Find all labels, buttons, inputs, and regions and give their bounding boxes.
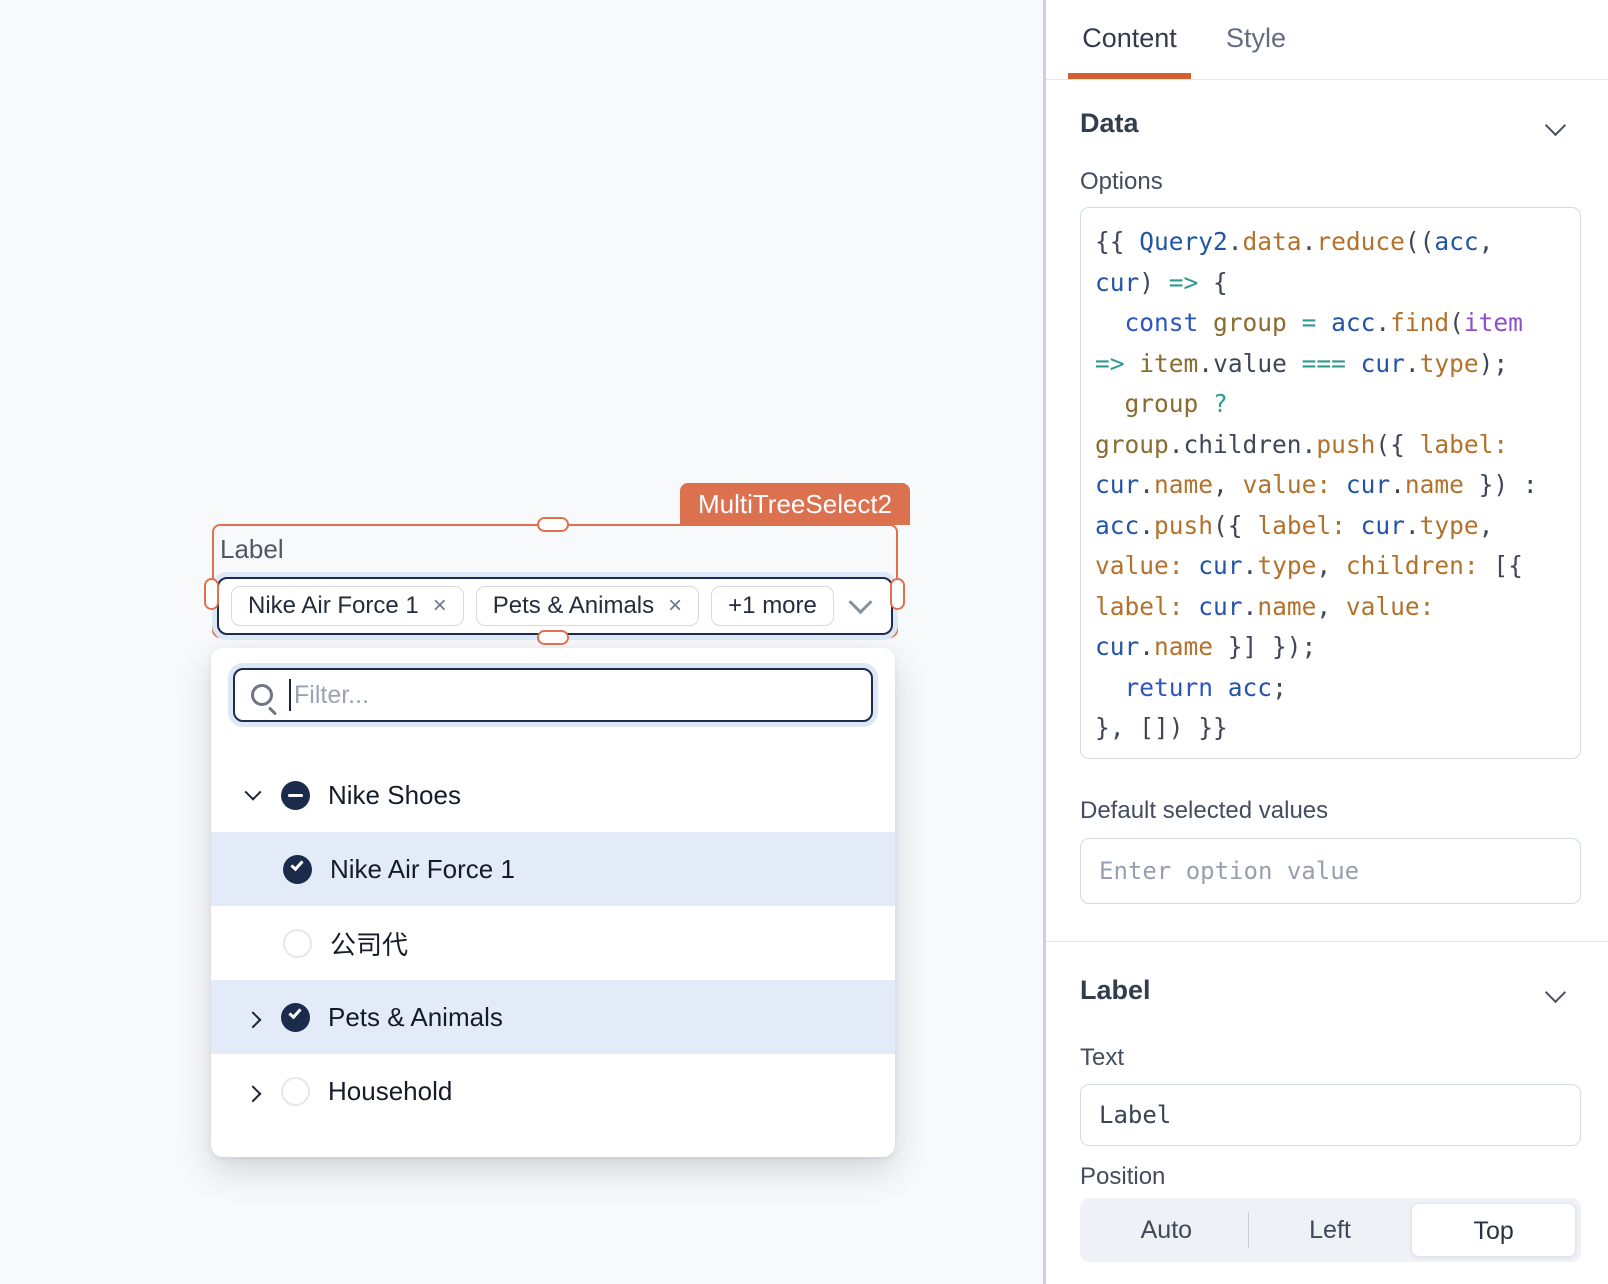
- position-option-left[interactable]: Left: [1249, 1203, 1412, 1257]
- selected-option-chip[interactable]: Nike Air Force 1 ×: [231, 586, 464, 626]
- inspector-tabs: Content Style: [1046, 0, 1608, 80]
- code-line: cur.name }] });: [1095, 627, 1580, 668]
- check-icon: [288, 1005, 301, 1019]
- selected-option-chip[interactable]: Pets & Animals ×: [476, 586, 699, 626]
- tab-content[interactable]: Content: [1068, 0, 1191, 79]
- chevron-right-icon[interactable]: [245, 1011, 262, 1028]
- code-line: group ?: [1095, 384, 1580, 425]
- remove-chip-icon[interactable]: ×: [433, 594, 447, 618]
- options-tree: Nike Shoes Nike Air Force 1 公司代 Pets & Anim…: [211, 758, 895, 1128]
- code-line: cur) => {: [1095, 263, 1580, 304]
- section-divider: [1046, 941, 1608, 942]
- checkbox-indeterminate[interactable]: [281, 781, 310, 810]
- tree-item[interactable]: Nike Shoes: [211, 758, 895, 832]
- resize-handle-left[interactable]: [204, 578, 219, 610]
- filter-input[interactable]: [294, 681, 855, 710]
- options-code-editor[interactable]: {{ Query2.data.reduce((acc,cur) => { con…: [1080, 207, 1581, 759]
- tree-item[interactable]: Nike Air Force 1: [211, 832, 895, 906]
- options-label: Options: [1080, 168, 1163, 196]
- multiselect-control[interactable]: Nike Air Force 1 × Pets & Animals × +1 more: [217, 577, 893, 635]
- code-line: => item.value === cur.type);: [1095, 344, 1580, 385]
- more-options-chip[interactable]: +1 more: [711, 586, 834, 626]
- code-line: group.children.push({ label:: [1095, 425, 1580, 466]
- tree-item[interactable]: Pets & Animals: [211, 980, 895, 1054]
- code-line: acc.push({ label: cur.type,: [1095, 506, 1580, 547]
- tree-item[interactable]: Household: [211, 1054, 895, 1128]
- position-segmented-control: AutoLeftTop: [1080, 1198, 1581, 1262]
- chevron-down-icon[interactable]: [848, 590, 872, 614]
- tree-item-label: Household: [328, 1076, 452, 1107]
- inspector-panel: Content Style Data Options {{ Query2.dat…: [1043, 0, 1608, 1284]
- tree-item[interactable]: 公司代: [211, 906, 895, 980]
- chip-label: Nike Air Force 1: [248, 592, 419, 620]
- tree-item-label: Nike Air Force 1: [330, 854, 515, 885]
- text-cursor: [289, 679, 291, 711]
- position-label: Position: [1080, 1163, 1165, 1191]
- resize-handle-right[interactable]: [890, 578, 905, 610]
- chevron-down-icon[interactable]: [245, 784, 262, 801]
- code-line: value: cur.type, children: [{: [1095, 546, 1580, 587]
- default-selected-label: Default selected values: [1080, 797, 1328, 825]
- code-line: }, []) }}: [1095, 708, 1580, 749]
- chevron-down-icon[interactable]: [1545, 982, 1566, 1003]
- tab-style[interactable]: Style: [1216, 0, 1296, 79]
- position-option-top[interactable]: Top: [1411, 1203, 1576, 1257]
- code-line: const group = acc.find(item: [1095, 303, 1580, 344]
- remove-chip-icon[interactable]: ×: [668, 594, 682, 618]
- checkbox-unchecked[interactable]: [281, 1077, 310, 1106]
- check-icon: [290, 857, 303, 871]
- checkbox-checked[interactable]: [283, 855, 312, 884]
- tree-item-label: 公司代: [330, 925, 408, 962]
- resize-handle-top[interactable]: [537, 517, 569, 532]
- checkbox-checked[interactable]: [281, 1003, 310, 1032]
- default-selected-input[interactable]: [1080, 838, 1581, 904]
- tree-item-label: Pets & Animals: [328, 1002, 503, 1033]
- component-name-tag[interactable]: MultiTreeSelect2: [680, 483, 910, 525]
- minus-icon: [288, 794, 303, 798]
- dropdown-panel: Nike Shoes Nike Air Force 1 公司代 Pets & Anim…: [211, 648, 895, 1157]
- filter-field[interactable]: [233, 668, 873, 722]
- tree-item-label: Nike Shoes: [328, 780, 461, 811]
- chevron-down-icon[interactable]: [1545, 115, 1566, 136]
- checkbox-unchecked[interactable]: [283, 929, 312, 958]
- code-line: {{ Query2.data.reduce((acc,: [1095, 222, 1580, 263]
- code-line: cur.name, value: cur.name }) :: [1095, 465, 1580, 506]
- chevron-right-icon[interactable]: [245, 1085, 262, 1102]
- app-canvas: MultiTreeSelect2 Label Nike Air Force 1 ×…: [0, 0, 1043, 1284]
- resize-handle-bottom[interactable]: [537, 630, 569, 645]
- search-icon: [251, 684, 273, 706]
- code-line: return acc;: [1095, 668, 1580, 709]
- code-line: label: cur.name, value:: [1095, 587, 1580, 628]
- chip-label: Pets & Animals: [493, 592, 654, 620]
- widget-label: Label: [220, 534, 284, 565]
- data-section-title: Data: [1080, 108, 1139, 139]
- label-section-title: Label: [1080, 975, 1151, 1006]
- label-text-input[interactable]: [1080, 1084, 1581, 1146]
- text-label: Text: [1080, 1044, 1124, 1072]
- position-option-auto[interactable]: Auto: [1085, 1203, 1248, 1257]
